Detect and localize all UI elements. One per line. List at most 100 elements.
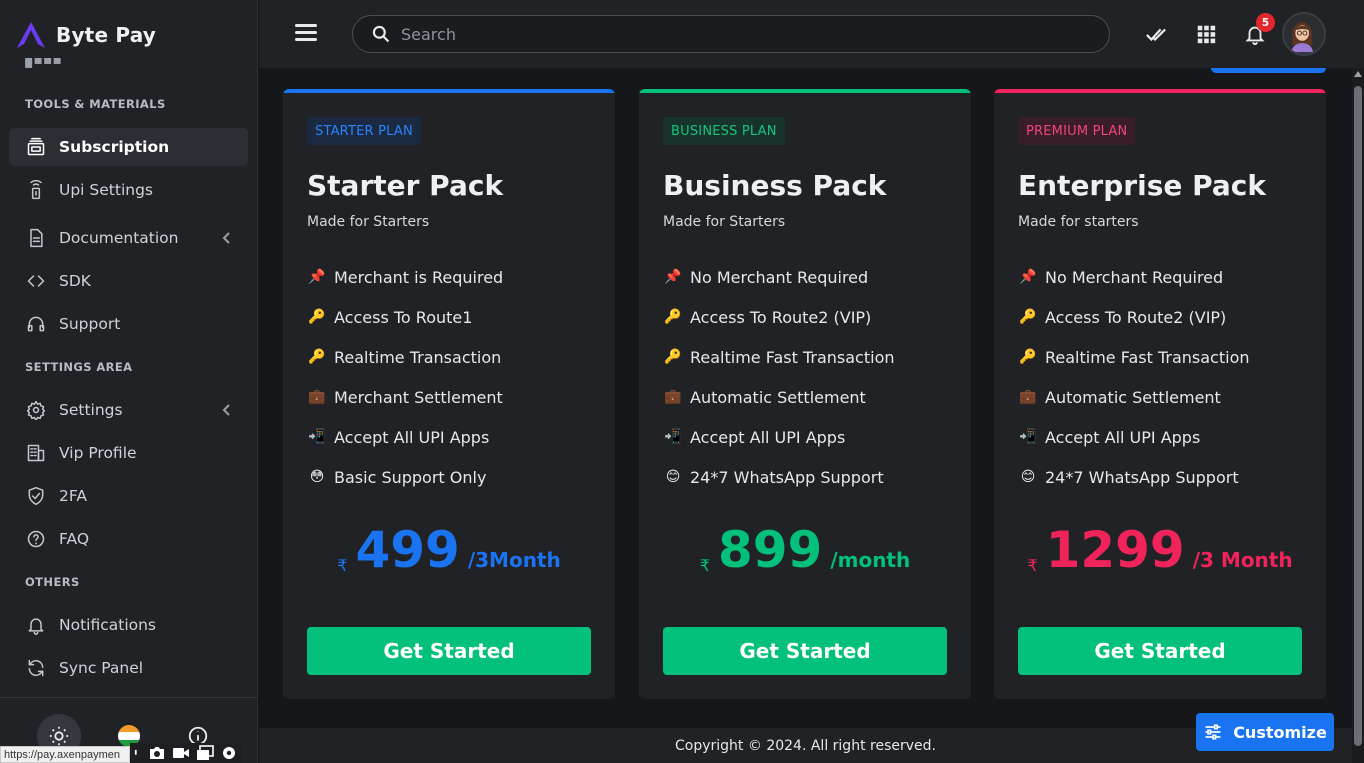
scrollbar-thumb[interactable] — [1354, 86, 1362, 746]
feature-list: 📌 Merchant is Required 🔑 Access To Route1 … — [307, 257, 503, 497]
user-avatar[interactable] — [1282, 12, 1326, 56]
upi-icon — [25, 179, 47, 201]
feature-item: 😊 24*7 WhatsApp Support — [663, 457, 895, 497]
menu-toggle-icon[interactable] — [295, 24, 317, 44]
feature-text: Accept All UPI Apps — [690, 427, 846, 447]
capture-toolbar — [130, 743, 242, 763]
offscreen-button[interactable] — [1211, 68, 1326, 73]
sidebar-item-label: FAQ — [59, 530, 90, 548]
feature-text: Access To Route1 — [334, 307, 473, 327]
mobile-arrow-icon: 📲 — [308, 429, 326, 445]
mobile-arrow-icon: 📲 — [664, 429, 682, 445]
search-bar[interactable] — [352, 15, 1110, 53]
page-scrollbar[interactable] — [1352, 68, 1364, 763]
card-accent-bar — [994, 89, 1326, 93]
price-amount: 499 — [355, 521, 460, 579]
feature-item: 💼 Automatic Settlement — [663, 377, 895, 417]
bell-icon — [25, 614, 47, 636]
apps-grid-button[interactable] — [1193, 22, 1219, 46]
feature-text: Access To Route2 (VIP) — [1045, 307, 1227, 327]
pushpin-icon: 📌 — [308, 269, 326, 285]
search-input[interactable] — [401, 24, 1051, 44]
plan-card-premium: PREMIUM PLAN Enterprise Pack Made for st… — [994, 89, 1326, 699]
page-footer: Copyright © 2024. All right reserved. — [259, 728, 1352, 763]
plan-subtitle: Made for starters — [1018, 214, 1139, 230]
feature-item: 🔑 Realtime Transaction — [307, 337, 503, 377]
feature-text: Automatic Settlement — [690, 387, 866, 407]
feature-item: 🔑 Realtime Fast Transaction — [663, 337, 894, 377]
plan-price: ₹ 899 /month — [639, 521, 971, 579]
shield-check-icon — [25, 485, 47, 507]
key-icon: 🔑 — [308, 349, 326, 365]
sidebar-item-documentation[interactable]: Documentation — [9, 219, 248, 257]
sidebar-item-label: Upi Settings — [59, 181, 153, 199]
feature-item: 📲 Accept All UPI Apps — [307, 417, 503, 457]
card-accent-bar — [639, 89, 971, 93]
briefcase-icon: 💼 — [1019, 389, 1037, 405]
chevron-left-icon — [220, 230, 234, 244]
sidebar-item-upi-settings[interactable]: Upi Settings — [9, 171, 248, 209]
grid-icon — [1197, 25, 1216, 44]
search-icon — [372, 25, 390, 43]
section-title-settings: SETTINGS AREA — [25, 360, 133, 374]
feature-item: 📲 Accept All UPI Apps — [663, 417, 895, 457]
feature-text: Basic Support Only — [334, 467, 487, 487]
plan-tag: PREMIUM PLAN — [1018, 117, 1136, 145]
brand[interactable]: Byte Pay — [16, 18, 156, 52]
settings-cog-icon[interactable] — [220, 745, 238, 761]
currency-symbol: ₹ — [337, 556, 348, 575]
sidebar-item-sync-panel[interactable]: Sync Panel — [9, 649, 248, 687]
sidebar-item-label: SDK — [59, 272, 91, 290]
key-icon: 🔑 — [664, 309, 682, 325]
video-icon[interactable] — [172, 745, 190, 761]
sidebar-item-notifications[interactable]: Notifications — [9, 606, 248, 644]
key-icon: 🔑 — [1019, 309, 1037, 325]
headset-icon — [25, 313, 47, 335]
subscription-icon — [25, 136, 47, 158]
feature-text: Realtime Fast Transaction — [1045, 347, 1250, 367]
briefcase-icon: 💼 — [308, 389, 326, 405]
top-header: 5 — [259, 0, 1364, 68]
key-icon: 🔑 — [1019, 349, 1037, 365]
sidebar-item-faq[interactable]: FAQ — [9, 520, 248, 558]
price-period: /3Month — [467, 548, 561, 572]
sidebar-item-support[interactable]: Support — [9, 305, 248, 343]
price-period: /month — [830, 548, 911, 572]
sidebar-item-settings[interactable]: Settings — [9, 391, 248, 429]
scroll-up-arrow-icon[interactable] — [1352, 68, 1364, 80]
sidebar-item-sdk[interactable]: SDK — [9, 262, 248, 300]
windows-icon[interactable] — [196, 745, 214, 761]
customize-button[interactable]: Customize — [1196, 713, 1334, 751]
feature-item: 💼 Merchant Settlement — [307, 377, 503, 417]
document-icon — [25, 227, 47, 249]
feature-text: Access To Route2 (VIP) — [690, 307, 872, 327]
get-started-button[interactable]: Get Started — [307, 627, 591, 675]
pen-icon[interactable] — [134, 745, 142, 761]
plan-subtitle: Made for Starters — [663, 214, 786, 230]
get-started-button[interactable]: Get Started — [663, 627, 947, 675]
get-started-button[interactable]: Get Started — [1018, 627, 1302, 675]
pushpin-icon: 📌 — [664, 269, 682, 285]
camera-icon[interactable] — [148, 745, 166, 761]
sidebar-item-vip-profile[interactable]: Vip Profile — [9, 434, 248, 472]
feature-text: Merchant Settlement — [334, 387, 503, 407]
mark-all-read-button[interactable] — [1143, 22, 1169, 46]
feature-list: 📌 No Merchant Required 🔑 Access To Route2 … — [663, 257, 895, 497]
logo-icon — [17, 22, 45, 48]
plan-name: Starter Pack — [307, 169, 504, 202]
section-title-others: OTHERS — [25, 575, 80, 589]
feature-text: 24*7 WhatsApp Support — [690, 467, 884, 487]
sliders-icon — [1205, 724, 1221, 740]
mobile-arrow-icon: 📲 — [1019, 429, 1037, 445]
plan-subtitle: Made for Starters — [307, 214, 430, 230]
sidebar-item-subscription[interactable]: Subscription — [9, 128, 248, 166]
brand-name: Byte Pay — [56, 23, 157, 47]
feature-item: 🔑 Access To Route2 (VIP) — [1018, 297, 1250, 337]
price-amount: 1299 — [1045, 521, 1185, 579]
customize-label: Customize — [1233, 722, 1327, 742]
sidebar-item-2fa[interactable]: 2FA — [9, 477, 248, 515]
sidebar-item-label: Subscription — [59, 138, 170, 156]
gear-icon — [25, 399, 47, 421]
sun-icon — [49, 726, 69, 746]
partially-hidden-nav-item: ▪▪▪▪ ▪ — [24, 58, 62, 70]
